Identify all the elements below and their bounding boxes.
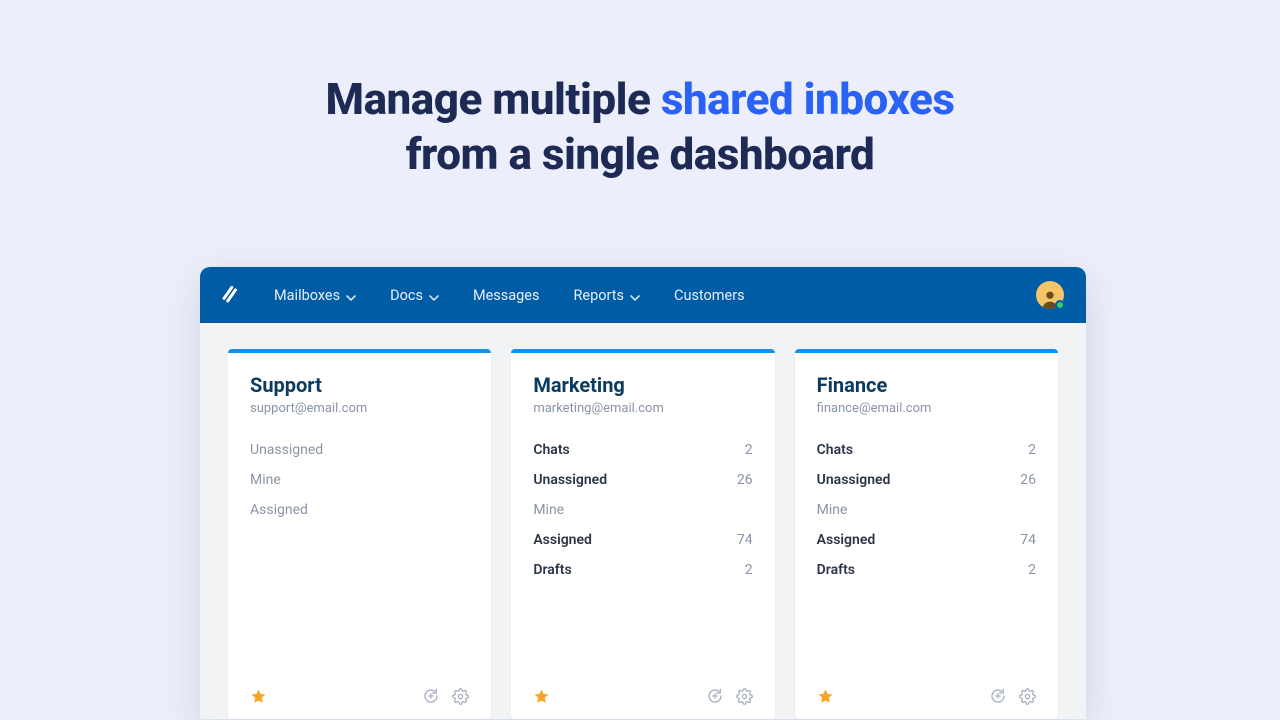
card-footer	[533, 687, 752, 705]
inbox-row[interactable]: Mine	[817, 502, 1036, 518]
inbox-rows: Chats 2 Unassigned 26 Mine Assigned 74 Drafts 2	[817, 442, 1036, 679]
app-window: Mailboxes Docs Messages Reports Customer…	[200, 267, 1086, 719]
chevron-down-icon	[630, 290, 640, 300]
hero-line1-accent: shared inboxes	[661, 73, 955, 125]
row-count: 26	[1020, 472, 1036, 488]
nav-customers[interactable]: Customers	[674, 287, 745, 304]
inbox-cards: Support support@email.com Unassigned Mine As…	[200, 323, 1086, 719]
row-label: Mine	[250, 472, 281, 488]
inbox-row[interactable]: Chats 2	[533, 442, 752, 458]
inbox-card: Marketing marketing@email.com Chats 2 Unassi…	[511, 349, 774, 719]
nav-messages[interactable]: Messages	[473, 287, 540, 304]
hero-banner: Manage multiple shared inboxes from a si…	[0, 0, 1280, 182]
row-count: 74	[737, 532, 753, 548]
row-label: Unassigned	[533, 472, 607, 488]
inbox-row[interactable]: Unassigned	[250, 442, 469, 458]
inbox-title[interactable]: Support	[250, 373, 469, 397]
new-conversation-icon[interactable]	[706, 687, 724, 705]
inbox-row[interactable]: Drafts 2	[533, 562, 752, 578]
user-avatar[interactable]	[1036, 281, 1064, 309]
top-navbar: Mailboxes Docs Messages Reports Customer…	[200, 267, 1086, 323]
inbox-rows: Chats 2 Unassigned 26 Mine Assigned 74 Drafts 2	[533, 442, 752, 679]
inbox-email: support@email.com	[250, 401, 469, 416]
row-label: Unassigned	[817, 472, 891, 488]
nav-label: Customers	[674, 287, 745, 304]
inbox-title[interactable]: Finance	[817, 373, 1036, 397]
inbox-rows: Unassigned Mine Assigned	[250, 442, 469, 679]
row-label: Assigned	[250, 502, 308, 518]
row-label: Drafts	[817, 562, 855, 578]
inbox-card: Finance finance@email.com Chats 2 Unassigned…	[795, 349, 1058, 719]
inbox-email: marketing@email.com	[533, 401, 752, 416]
inbox-row[interactable]: Mine	[533, 502, 752, 518]
row-count: 2	[1028, 562, 1036, 578]
gear-icon[interactable]	[736, 688, 753, 705]
row-count: 2	[745, 442, 753, 458]
nav-docs[interactable]: Docs	[390, 287, 439, 304]
row-count: 74	[1020, 532, 1036, 548]
new-conversation-icon[interactable]	[422, 687, 440, 705]
row-label: Unassigned	[250, 442, 323, 458]
hero-line2: from a single dashboard	[406, 128, 875, 180]
row-count: 2	[745, 562, 753, 578]
inbox-row[interactable]: Unassigned 26	[533, 472, 752, 488]
nav-reports[interactable]: Reports	[573, 287, 640, 304]
inbox-row[interactable]: Assigned	[250, 502, 469, 518]
row-label: Drafts	[533, 562, 571, 578]
hero-line1-pre: Manage multiple	[326, 73, 661, 125]
row-label: Assigned	[533, 532, 592, 548]
gear-icon[interactable]	[452, 688, 469, 705]
row-label: Chats	[817, 442, 853, 458]
nav-mailboxes[interactable]: Mailboxes	[274, 287, 356, 304]
star-icon[interactable]	[817, 688, 834, 705]
inbox-email: finance@email.com	[817, 401, 1036, 416]
inbox-row[interactable]: Unassigned 26	[817, 472, 1036, 488]
nav-label: Mailboxes	[274, 287, 340, 304]
row-label: Assigned	[817, 532, 876, 548]
inbox-row[interactable]: Assigned 74	[817, 532, 1036, 548]
card-footer	[817, 687, 1036, 705]
inbox-card: Support support@email.com Unassigned Mine As…	[228, 349, 491, 719]
inbox-row[interactable]: Chats 2	[817, 442, 1036, 458]
inbox-row[interactable]: Mine	[250, 472, 469, 488]
chevron-down-icon	[346, 290, 356, 300]
new-conversation-icon[interactable]	[989, 687, 1007, 705]
row-label: Mine	[817, 502, 848, 518]
hero-title: Manage multiple shared inboxes from a si…	[0, 72, 1280, 182]
nav-label: Docs	[390, 287, 423, 304]
inbox-row[interactable]: Assigned 74	[533, 532, 752, 548]
presence-indicator	[1055, 300, 1065, 310]
chevron-down-icon	[429, 290, 439, 300]
inbox-title[interactable]: Marketing	[533, 373, 752, 397]
row-count: 26	[737, 472, 753, 488]
row-label: Mine	[533, 502, 564, 518]
nav-label: Reports	[573, 287, 624, 304]
gear-icon[interactable]	[1019, 688, 1036, 705]
row-count: 2	[1028, 442, 1036, 458]
star-icon[interactable]	[533, 688, 550, 705]
brand-logo-icon[interactable]	[222, 286, 240, 304]
nav-items: Mailboxes Docs Messages Reports Customer…	[274, 287, 745, 304]
card-footer	[250, 687, 469, 705]
inbox-row[interactable]: Drafts 2	[817, 562, 1036, 578]
star-icon[interactable]	[250, 688, 267, 705]
row-label: Chats	[533, 442, 569, 458]
nav-label: Messages	[473, 287, 540, 304]
